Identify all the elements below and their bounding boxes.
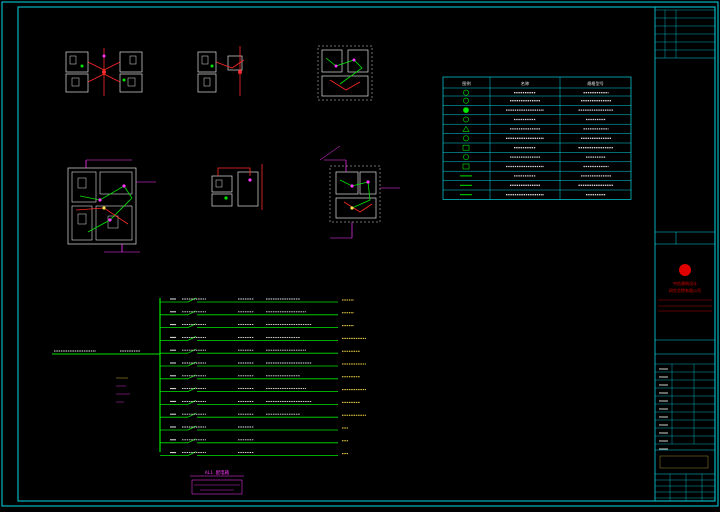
panel-legend-box [191,479,243,495]
company-name-line2: 研究总院有限公司 [669,287,701,293]
panel-title: AL1 配电箱 [205,469,230,476]
title-block-signature-table [655,363,715,450]
legend-table: 图例 名称 规格型号 [442,76,632,200]
floor-plan-2 [197,46,245,96]
title-block-drawing-number-table [655,474,715,501]
floor-plan-5 [211,164,263,210]
company-name-line1: 中信建筑设计 [673,280,697,286]
circuit-rows [54,297,366,457]
legend-symbol [463,89,469,96]
floor-plan-6 [319,145,400,239]
legend-symbol [463,97,469,104]
floor-plan-3 [317,45,373,101]
outer-frame [1,1,719,507]
legend-symbol [463,116,469,123]
floor-plan-4 [67,159,156,253]
drawing-canvas: 图例 名称 规格型号 AL1 配电箱 中信建筑设计 研究总院有限公司 [1,1,719,507]
legend-header-cell: 规格型号 [587,80,604,87]
legend-header-cell: 图例 [462,80,470,87]
distribution-panel-diagram: AL1 配电箱 [52,297,366,495]
title-block: 中信建筑设计 研究总院有限公司 [654,7,715,501]
legend-symbol [462,163,470,170]
title-block-revision-table [655,9,715,58]
legend-symbol [462,125,470,132]
company-seal [679,264,691,276]
drawing-name-cell [659,455,709,469]
legend-header-cell: 名称 [521,80,529,87]
legend-symbol [463,107,469,113]
floor-plan-1 [65,48,143,96]
inner-frame [17,6,716,502]
legend-symbol [463,135,469,142]
legend-symbol [462,144,470,151]
legend-symbol [463,154,469,160]
cad-drawing-sheet: 图例 名称 规格型号 AL1 配电箱 中信建筑设计 研究总院有限公司 [0,0,720,508]
